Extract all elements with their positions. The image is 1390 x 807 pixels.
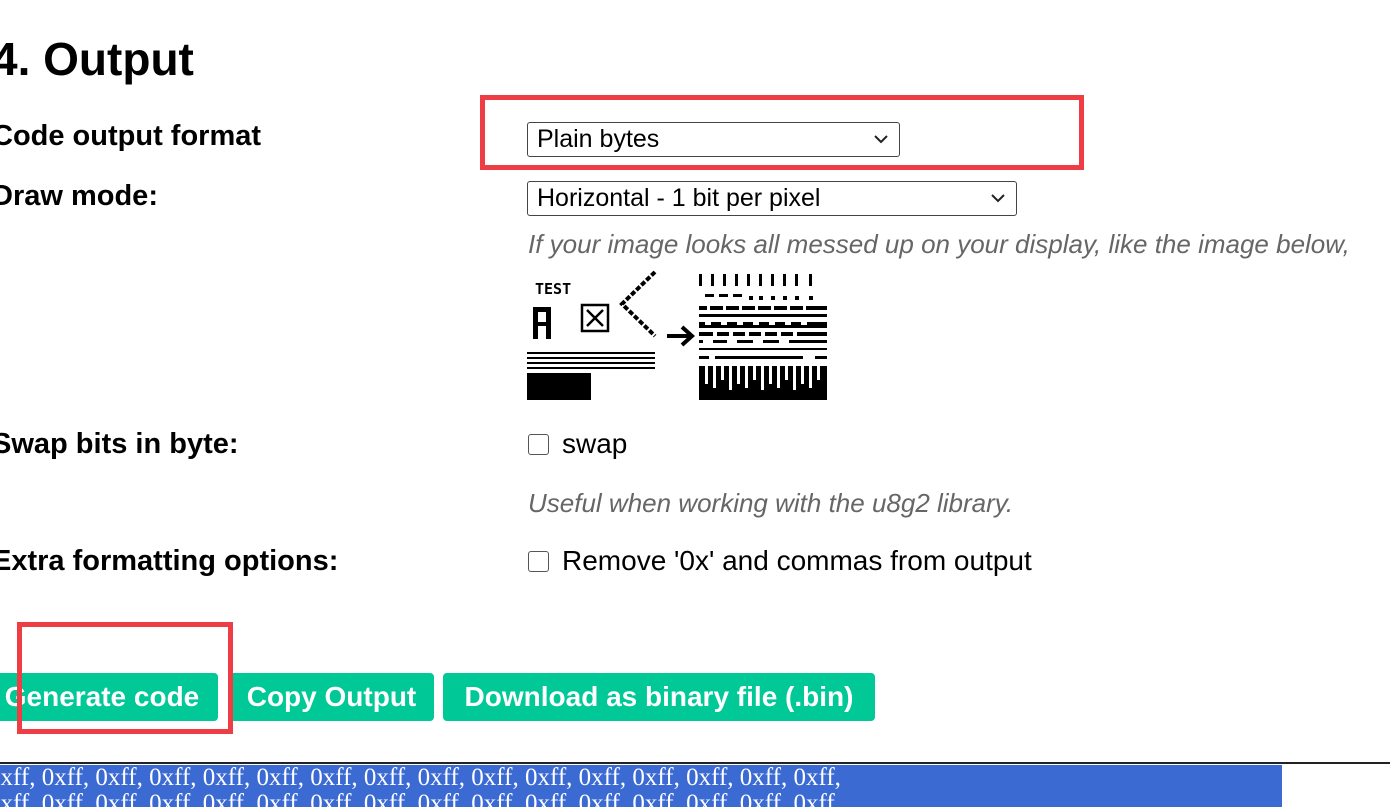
example-test-text: TEST (535, 280, 571, 298)
swap-bits-checkbox[interactable] (528, 433, 549, 455)
remove-0x-checkbox-label: Remove '0x' and commas from output (562, 545, 1032, 576)
generate-code-button[interactable]: Generate code (0, 673, 218, 721)
draw-mode-hint: If your image looks all messed up on you… (528, 229, 1350, 259)
draw-mode-select[interactable]: Horizontal - 1 bit per pixel (527, 181, 1017, 216)
swap-bits-hint: Useful when working with the u8g2 librar… (528, 488, 1014, 518)
extra-formatting-label: Extra formatting options: (0, 545, 339, 577)
code-output-format-value: Plain bytes (537, 125, 660, 153)
output-section: 4. Output Code output format Plain bytes… (0, 0, 1390, 807)
swap-bits-label: Swap bits in byte: (0, 428, 239, 460)
chevron-down-icon (874, 135, 888, 144)
section-title: 4. Output (0, 33, 194, 85)
copy-output-button[interactable]: Copy Output (229, 673, 434, 721)
draw-mode-value: Horizontal - 1 bit per pixel (537, 184, 821, 212)
draw-mode-label: Draw mode: (0, 180, 158, 212)
remove-0x-option[interactable]: Remove '0x' and commas from output (528, 545, 1032, 577)
download-bin-button[interactable]: Download as binary file (.bin) (443, 673, 875, 721)
messed-up-example-image: TEST (527, 270, 827, 400)
remove-0x-checkbox[interactable] (528, 550, 549, 572)
output-line: 0xff, 0xff, 0xff, 0xff, 0xff, 0xff, 0xff… (0, 790, 841, 807)
output-line: 0xff, 0xff, 0xff, 0xff, 0xff, 0xff, 0xff… (0, 765, 841, 791)
swap-bits-checkbox-label: swap (562, 428, 628, 459)
chevron-down-icon (991, 194, 1005, 203)
swap-bits-option[interactable]: swap (528, 428, 627, 460)
output-divider (0, 762, 1390, 764)
code-output-format-label: Code output format (0, 120, 262, 152)
code-output-format-select[interactable]: Plain bytes (527, 122, 900, 157)
code-output-area[interactable]: 0xff, 0xff, 0xff, 0xff, 0xff, 0xff, 0xff… (0, 765, 1282, 807)
